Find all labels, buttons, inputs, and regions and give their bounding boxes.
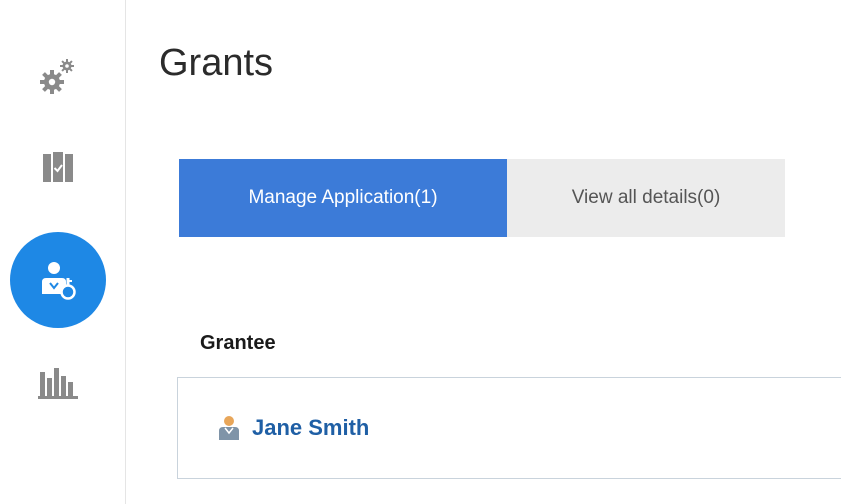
- map-check-icon: [43, 152, 73, 182]
- tab-view-all-details[interactable]: View all details(0): [507, 159, 785, 237]
- grantee-item[interactable]: Jane Smith: [218, 415, 369, 441]
- tab-bar: Manage Application(1) View all details(0…: [179, 159, 785, 237]
- sidebar-item-map[interactable]: [10, 120, 106, 216]
- sidebar: [0, 0, 126, 504]
- grantee-name-link[interactable]: Jane Smith: [252, 415, 369, 441]
- user-key-icon: [42, 262, 76, 300]
- sidebar-item-settings[interactable]: [10, 28, 106, 124]
- grantee-list: Jane Smith: [177, 377, 841, 479]
- sidebar-item-grants[interactable]: [10, 232, 106, 328]
- page-title: Grants: [159, 42, 274, 84]
- sidebar-item-reports[interactable]: [10, 334, 106, 430]
- tab-manage-application[interactable]: Manage Application(1): [179, 159, 507, 237]
- main-content: Grants Manage Application(1) View all de…: [127, 0, 841, 504]
- bar-chart-icon: [38, 368, 78, 399]
- gears-icon: [40, 59, 74, 94]
- user-icon: [219, 416, 239, 440]
- section-heading-grantee: Grantee: [200, 332, 276, 354]
